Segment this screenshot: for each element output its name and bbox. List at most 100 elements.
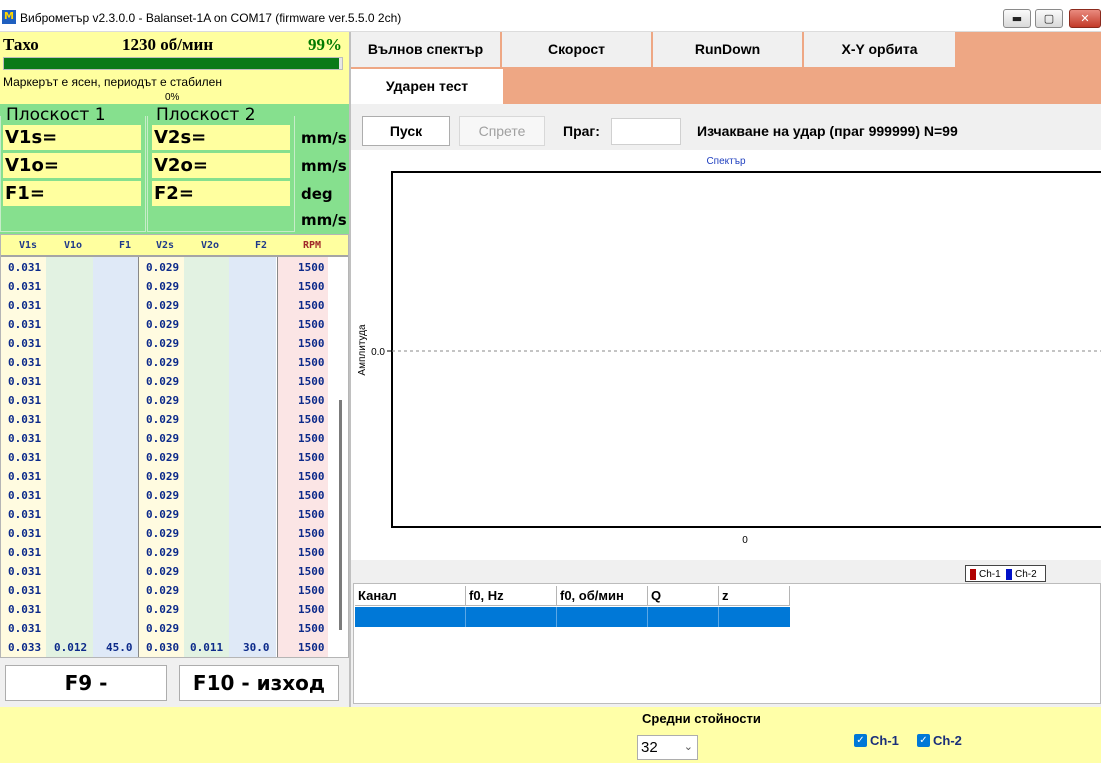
- threshold-input[interactable]: [611, 118, 681, 145]
- table-scrollbar[interactable]: [339, 400, 342, 630]
- table-row[interactable]: 0.031 0.029 1500: [1, 582, 348, 601]
- table-row[interactable]: 0.031 0.029 1500: [1, 544, 348, 563]
- table-cell: 0.031: [8, 356, 42, 369]
- maximize-button[interactable]: ▢: [1035, 9, 1063, 28]
- table-cell: 1500: [298, 451, 325, 464]
- measurement-table[interactable]: V1s V1o F1 V2s V2o F2 RPM 0.031 0.029 1500…: [0, 234, 349, 658]
- table-row[interactable]: 0.031 0.029 1500: [1, 487, 348, 506]
- average-select-value: 32: [641, 739, 658, 756]
- column-header: V1s: [19, 240, 38, 251]
- table-cell: 0.031: [8, 527, 42, 540]
- table-cell: 0.031: [8, 413, 42, 426]
- table-cell: 1500: [298, 356, 325, 369]
- stop-button[interactable]: Спрете: [459, 116, 545, 146]
- results-table[interactable]: Канал f0, Hz f0, об/мин Q z: [353, 583, 1101, 704]
- ch2-checkbox[interactable]: ✓: [917, 734, 930, 747]
- table-cell: 0.031: [8, 603, 42, 616]
- table-cell: 0.029: [146, 489, 180, 502]
- table-cell: 0.031: [8, 584, 42, 597]
- results-cell: [355, 607, 466, 627]
- table-cell: 0.031: [8, 337, 42, 350]
- plot-area: [391, 171, 1101, 528]
- ch1-checkbox[interactable]: ✓: [854, 734, 867, 747]
- ch2-checkbox-label[interactable]: Ch-2: [933, 733, 962, 748]
- tab-speed[interactable]: Скорост: [502, 32, 651, 67]
- table-row[interactable]: 0.031 0.029 1500: [1, 259, 348, 278]
- app-logo-icon: M: [2, 10, 16, 24]
- legend-swatch-ch1: [970, 569, 976, 580]
- table-row[interactable]: 0.031 0.029 1500: [1, 316, 348, 335]
- action-buttons: F9 - Измерване F10 - изход: [0, 658, 349, 729]
- measure-button[interactable]: F9 - Измерване: [5, 665, 167, 729]
- table-row[interactable]: 0.033 0.012 45.0 0.030 0.011 30.0 1500: [1, 639, 348, 658]
- exit-button[interactable]: F10 - изход: [179, 665, 339, 701]
- table-row[interactable]: 0.031 0.029 1500: [1, 411, 348, 430]
- tacho-progress-bar: [3, 57, 343, 70]
- average-select[interactable]: 32 ⌄: [637, 735, 698, 760]
- chevron-down-icon: ⌄: [683, 741, 693, 753]
- tacho-progress-fill: [4, 58, 339, 69]
- tacho-rpm: 1230 об/мин: [122, 35, 214, 54]
- table-cell: 0.029: [146, 451, 180, 464]
- table-row[interactable]: 0.031 0.029 1500: [1, 430, 348, 449]
- table-row[interactable]: 0.031 0.029 1500: [1, 449, 348, 468]
- table-cell: 1500: [298, 413, 325, 426]
- chart-title: Спектър: [706, 156, 746, 167]
- results-selected-row[interactable]: [355, 607, 790, 627]
- table-row[interactable]: 0.031 0.029 1500: [1, 563, 348, 582]
- table-row[interactable]: 0.031 0.029 1500: [1, 335, 348, 354]
- table-cell: 0.029: [146, 603, 180, 616]
- table-cell: 0.031: [8, 280, 42, 293]
- table-cell: 0.029: [146, 280, 180, 293]
- tab-xy-orbit[interactable]: X-Y орбита: [804, 32, 955, 67]
- window-title: Виброметър v2.3.0.0 - Balanset-1A on COM…: [20, 11, 402, 25]
- table-row[interactable]: 0.031 0.029 1500: [1, 392, 348, 411]
- table-cell: 0.029: [146, 546, 180, 559]
- results-cell: [648, 607, 719, 627]
- table-cell: 0.031: [8, 489, 42, 502]
- table-row[interactable]: 0.031 0.029 1500: [1, 297, 348, 316]
- minimize-button[interactable]: ▬: [1003, 9, 1031, 28]
- tab-impact-test[interactable]: Ударен тест: [351, 69, 503, 104]
- table-cell: 0.031: [8, 622, 42, 635]
- table-cell: 0.029: [146, 261, 180, 274]
- tab-rundown[interactable]: RunDown: [653, 32, 802, 67]
- unit-label: mm/s: [301, 211, 347, 229]
- results-column-header: Канал: [355, 586, 466, 606]
- table-cell: 0.029: [146, 318, 180, 331]
- close-button[interactable]: ✕: [1069, 9, 1101, 28]
- ch1-checkbox-label[interactable]: Ch-1: [870, 733, 899, 748]
- table-cell: 0.031: [8, 299, 42, 312]
- bottom-bar: Средни стойности 32 ⌄ ✓ Ch-1 ✓ Ch-2: [0, 707, 1101, 763]
- column-header: V2s: [156, 240, 175, 251]
- plane1-v1o-field: V1o=: [3, 153, 141, 178]
- table-cell: 1500: [298, 261, 325, 274]
- column-header: V2o: [201, 240, 220, 251]
- average-label: Средни стойности: [642, 711, 761, 726]
- table-cell: 0.029: [146, 337, 180, 350]
- plane2-f2-field: F2=: [152, 181, 290, 206]
- table-cell: 1500: [298, 546, 325, 559]
- table-cell: 0.031: [8, 318, 42, 331]
- table-cell: 0.031: [8, 451, 42, 464]
- table-cell: 1500: [298, 584, 325, 597]
- table-row[interactable]: 0.031 0.029 1500: [1, 506, 348, 525]
- tacho-percent: 99%: [308, 35, 342, 54]
- table-row[interactable]: 0.031 0.029 1500: [1, 373, 348, 392]
- table-row[interactable]: 0.031 0.029 1500: [1, 525, 348, 544]
- table-row[interactable]: 0.031 0.029 1500: [1, 354, 348, 373]
- table-row[interactable]: 0.031 0.029 1500: [1, 620, 348, 639]
- table-cell: 0.029: [146, 413, 180, 426]
- table-cell: 0.011: [190, 641, 224, 654]
- table-row[interactable]: 0.031 0.029 1500: [1, 601, 348, 620]
- chart-legend: Ch-1 Ch-2: [965, 565, 1046, 582]
- start-button[interactable]: Пуск: [362, 116, 450, 146]
- plane1-title: Плоскост 1: [6, 105, 106, 125]
- tacho-panel: Тахо 1230 об/мин 99% Маркерът е ясен, пе…: [0, 32, 349, 104]
- table-row[interactable]: 0.031 0.029 1500: [1, 278, 348, 297]
- table-cell: 0.029: [146, 470, 180, 483]
- table-cell: 1500: [298, 527, 325, 540]
- unit-label: mm/s: [301, 157, 347, 175]
- table-row[interactable]: 0.031 0.029 1500: [1, 468, 348, 487]
- tab-wave-spectrum[interactable]: Вълнов спектър: [351, 32, 500, 67]
